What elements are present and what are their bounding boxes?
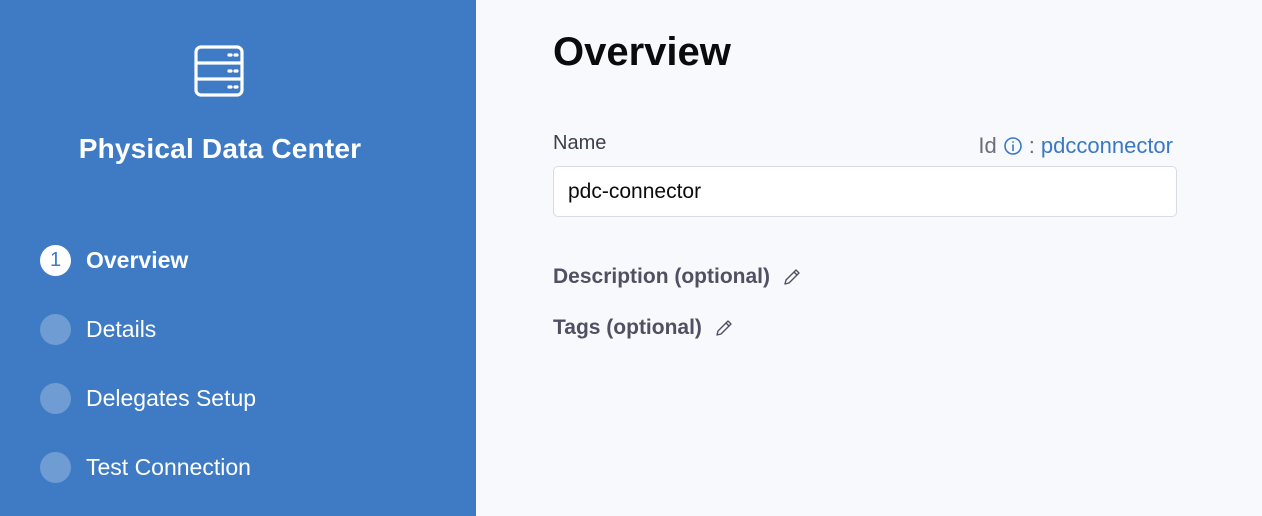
step-number: 1 xyxy=(40,244,71,276)
step-label: Details xyxy=(86,315,157,342)
id-value[interactable]: pdcconnector xyxy=(1041,133,1173,159)
id-label: Id xyxy=(978,133,997,158)
step-delegates-setup[interactable]: 3 Delegates Setup xyxy=(40,382,256,414)
step-number: 4 xyxy=(40,451,71,483)
pencil-icon[interactable] xyxy=(714,318,734,338)
wizard-steps: 1 Overview 2 Details 3 Delegates Setup 4… xyxy=(40,244,256,516)
description-label: Description (optional) xyxy=(553,265,770,288)
description-toggle[interactable]: Description (optional) xyxy=(553,265,802,289)
step-number: 2 xyxy=(40,313,71,345)
name-label: Name xyxy=(553,132,607,154)
tags-toggle[interactable]: Tags (optional) xyxy=(553,316,734,340)
wizard-sidebar: Physical Data Center 1 Overview 2 Detail… xyxy=(0,0,476,516)
sidebar-title: Physical Data Center xyxy=(78,133,362,164)
step-overview[interactable]: 1 Overview xyxy=(40,244,256,276)
pencil-icon[interactable] xyxy=(782,267,802,287)
main-panel: Overview Name Id : pdcconnector Descript… xyxy=(476,0,1262,516)
name-input[interactable] xyxy=(553,166,1177,217)
step-label: Overview xyxy=(86,246,189,273)
step-details[interactable]: 2 Details xyxy=(40,313,256,345)
info-icon[interactable] xyxy=(1003,136,1023,156)
step-label: Delegates Setup xyxy=(86,384,257,411)
server-icon xyxy=(194,45,244,97)
step-label: Test Connection xyxy=(86,453,251,480)
step-number: 3 xyxy=(40,382,71,414)
tags-label: Tags (optional) xyxy=(553,316,702,339)
step-test-connection[interactable]: 4 Test Connection xyxy=(40,451,256,483)
id-row: Id : pdcconnector xyxy=(978,133,1173,159)
page-title: Overview xyxy=(553,30,731,74)
id-separator: : xyxy=(1028,133,1035,158)
